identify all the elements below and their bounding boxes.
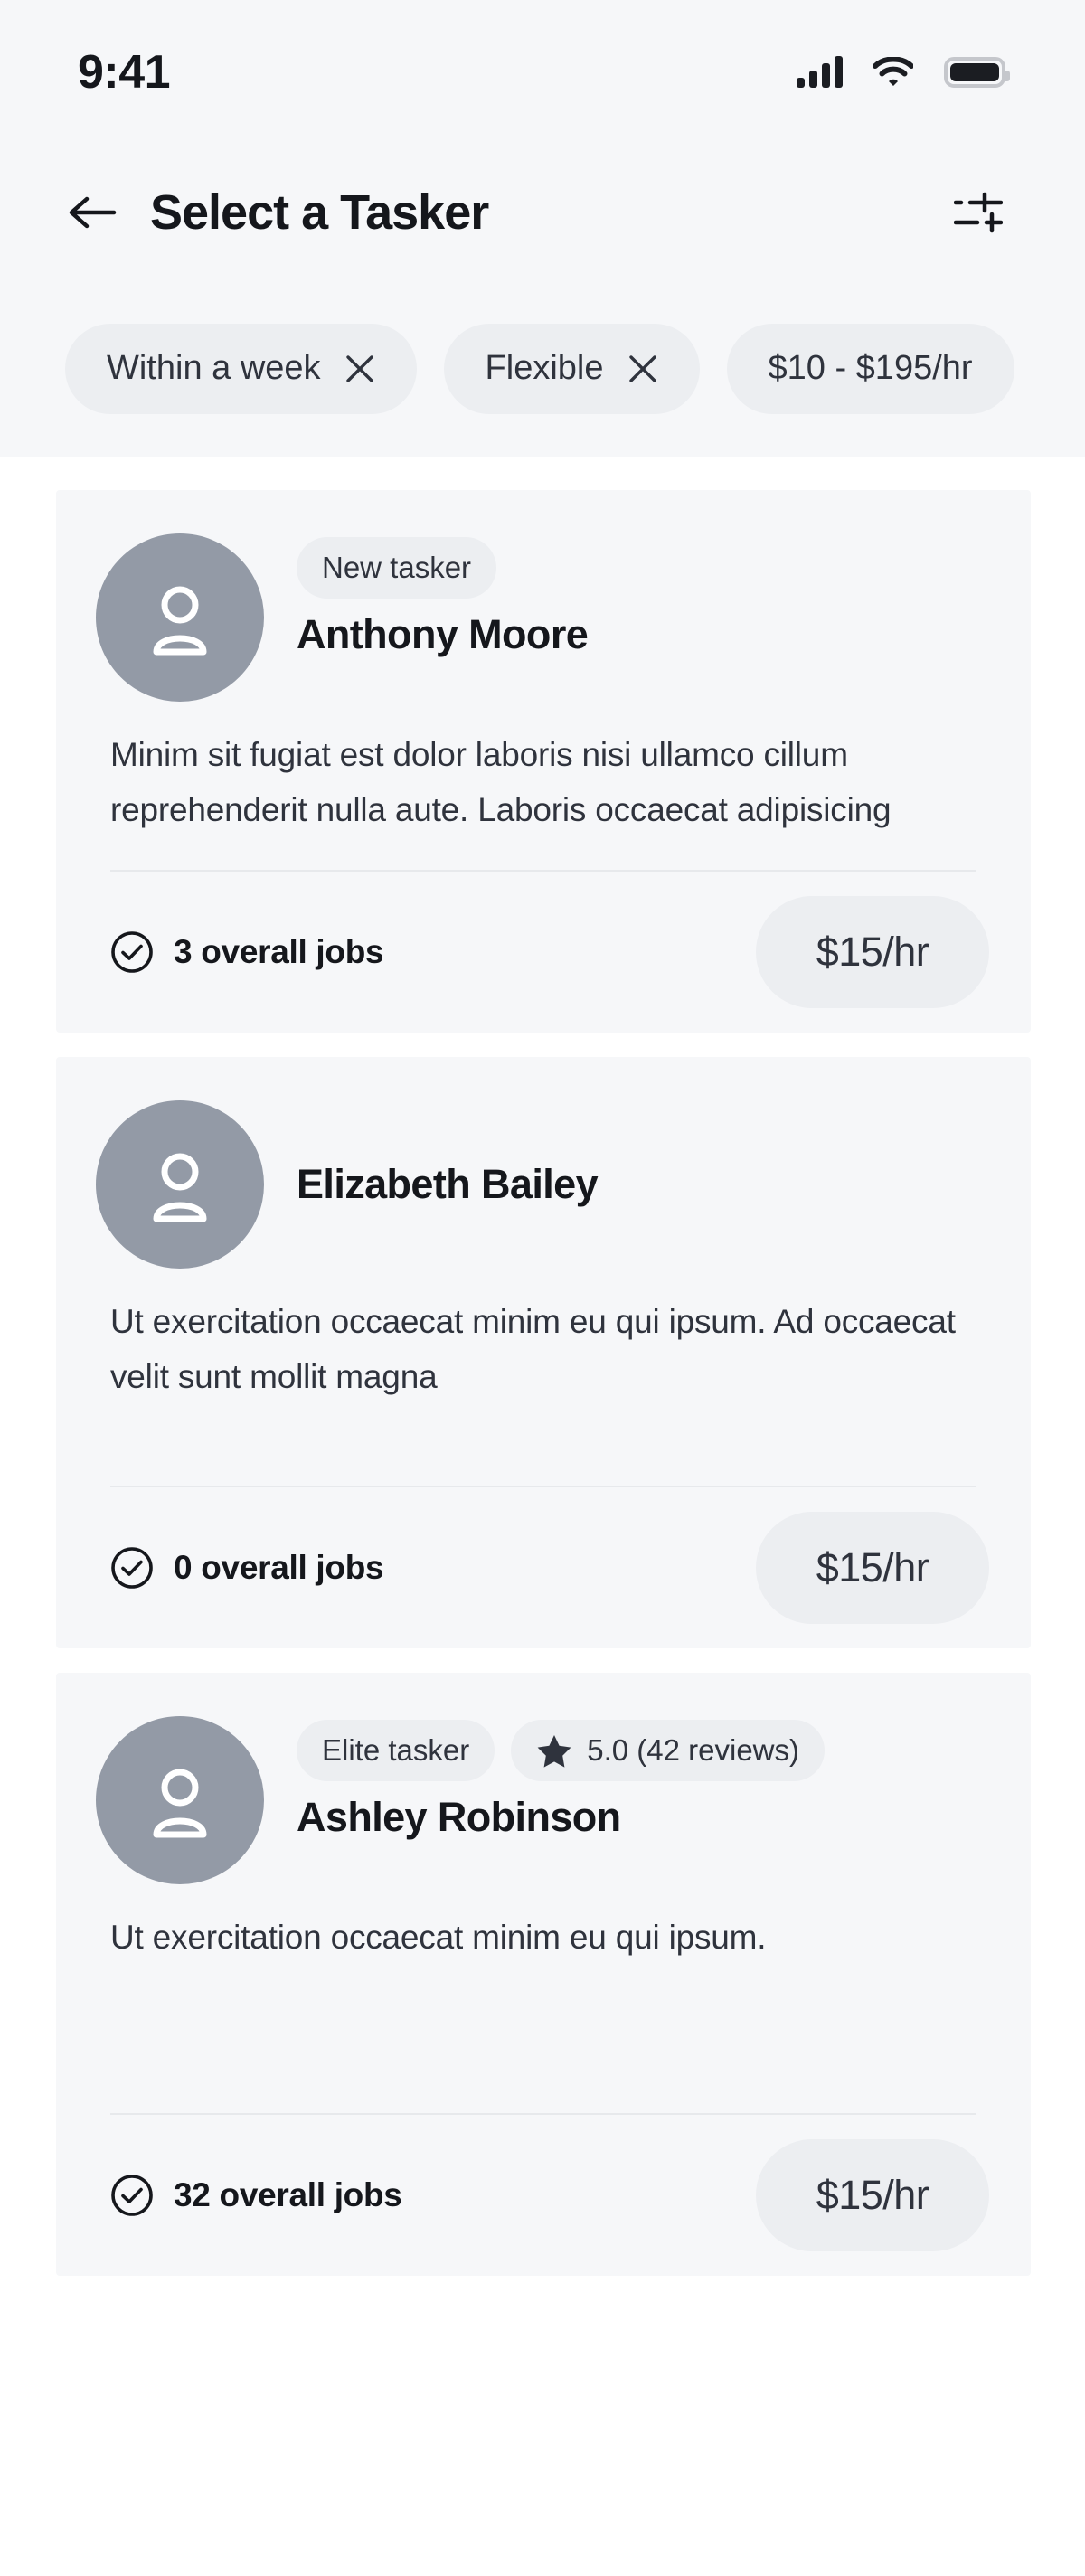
overall-jobs-label: 0 overall jobs bbox=[174, 1549, 384, 1586]
status-bar: 9:41 bbox=[0, 0, 1085, 145]
tasker-card-body: Ut exercitation occaecat minim eu qui ip… bbox=[96, 1269, 991, 1453]
user-avatar-icon bbox=[153, 1769, 207, 1838]
close-icon[interactable] bbox=[627, 354, 658, 384]
back-button[interactable] bbox=[65, 185, 119, 240]
badge-label: Elite tasker bbox=[322, 1733, 470, 1767]
page-title: Select a Tasker bbox=[150, 185, 489, 240]
tasker-card[interactable]: Elite tasker 5.0 (42 reviews) Ashley Rob… bbox=[56, 1673, 1031, 2276]
user-avatar-icon bbox=[153, 586, 207, 656]
tasker-card-heading: New tasker Anthony Moore bbox=[264, 533, 991, 658]
avatar bbox=[96, 533, 264, 702]
tasker-card-header: Elizabeth Bailey bbox=[96, 1100, 991, 1269]
check-circle-icon bbox=[111, 1547, 153, 1589]
badge-new-tasker: New tasker bbox=[297, 537, 497, 599]
tasker-list: New tasker Anthony Moore Minim sit fugia… bbox=[0, 457, 1085, 2276]
status-icons bbox=[797, 56, 1010, 88]
arrow-left-icon bbox=[69, 196, 117, 229]
filter-chip-label: Flexible bbox=[485, 349, 604, 387]
badge-row: New tasker bbox=[297, 537, 991, 599]
price-label: $15/hr bbox=[816, 1544, 929, 1590]
tasker-card-heading: Elizabeth Bailey bbox=[264, 1100, 991, 1269]
overall-jobs-label: 3 overall jobs bbox=[174, 933, 384, 970]
price-pill: $15/hr bbox=[756, 896, 989, 1008]
signal-bars-icon bbox=[797, 56, 843, 88]
tasker-card-heading: Elite tasker 5.0 (42 reviews) Ashley Rob… bbox=[264, 1716, 991, 1841]
filter-chip-flexible[interactable]: Flexible bbox=[443, 323, 700, 414]
price-pill: $15/hr bbox=[756, 1512, 989, 1624]
battery-full-icon bbox=[944, 57, 1010, 88]
filter-chip-label: $10 - $195/hr bbox=[768, 349, 973, 387]
price-label: $15/hr bbox=[816, 2172, 929, 2218]
user-avatar-icon bbox=[153, 1153, 207, 1222]
overall-jobs: 0 overall jobs bbox=[110, 1546, 384, 1590]
tasker-card-body: Minim sit fugiat est dolor laboris nisi … bbox=[96, 702, 991, 837]
tasker-name: Ashley Robinson bbox=[297, 1794, 621, 1840]
tasker-card-header: Elite tasker 5.0 (42 reviews) Ashley Rob… bbox=[96, 1716, 991, 1884]
overall-jobs: 32 overall jobs bbox=[110, 2174, 402, 2217]
star-icon bbox=[537, 1735, 571, 1768]
avatar bbox=[96, 1716, 264, 1884]
avatar bbox=[96, 1100, 264, 1269]
filter-chip-label: Within a week bbox=[107, 349, 321, 387]
filter-chip-price-range[interactable]: $10 - $195/hr bbox=[726, 323, 1014, 414]
overall-jobs-label: 32 overall jobs bbox=[174, 2176, 402, 2213]
phone-screen: 9:41 Select a Tasker Within a week Flexi… bbox=[0, 0, 1085, 2576]
filter-button[interactable] bbox=[951, 185, 1005, 240]
filter-chips-bar: Within a week Flexible $10 - $195/hr bbox=[0, 280, 1085, 457]
price-pill: $15/hr bbox=[756, 2139, 989, 2251]
badge-row: Elite tasker 5.0 (42 reviews) bbox=[297, 1720, 991, 1781]
check-circle-icon bbox=[111, 931, 153, 973]
tasker-card[interactable]: Elizabeth Bailey Ut exercitation occaeca… bbox=[56, 1057, 1031, 1648]
tasker-description: Ut exercitation occaecat minim eu qui ip… bbox=[110, 1303, 956, 1395]
tasker-card-header: New tasker Anthony Moore bbox=[96, 533, 991, 702]
tasker-description: Ut exercitation occaecat minim eu qui ip… bbox=[110, 1919, 767, 1956]
price-label: $15/hr bbox=[816, 929, 929, 975]
app-header: Select a Tasker bbox=[0, 145, 1085, 280]
overall-jobs: 3 overall jobs bbox=[110, 930, 384, 974]
badge-label: New tasker bbox=[322, 551, 472, 584]
badge-rating: 5.0 (42 reviews) bbox=[511, 1720, 825, 1781]
tasker-card-footer: 32 overall jobs $15/hr bbox=[96, 2115, 991, 2276]
tasker-card-body: Ut exercitation occaecat minim eu qui ip… bbox=[96, 1884, 991, 2081]
tasker-card[interactable]: New tasker Anthony Moore Minim sit fugia… bbox=[56, 490, 1031, 1033]
check-circle-icon bbox=[111, 2175, 153, 2216]
tasker-name: Elizabeth Bailey bbox=[297, 1161, 599, 1207]
tasker-card-footer: 0 overall jobs $15/hr bbox=[96, 1487, 991, 1648]
sliders-filter-icon bbox=[954, 192, 1003, 233]
badge-label: 5.0 (42 reviews) bbox=[587, 1733, 799, 1767]
filter-chip-within-a-week[interactable]: Within a week bbox=[65, 323, 417, 414]
close-icon[interactable] bbox=[344, 354, 375, 384]
tasker-name: Anthony Moore bbox=[297, 611, 589, 657]
tasker-description: Minim sit fugiat est dolor laboris nisi … bbox=[110, 736, 892, 828]
wifi-icon bbox=[873, 57, 913, 86]
status-time: 9:41 bbox=[78, 46, 171, 99]
badge-elite-tasker: Elite tasker bbox=[297, 1720, 495, 1781]
tasker-card-footer: 3 overall jobs $15/hr bbox=[96, 872, 991, 1033]
